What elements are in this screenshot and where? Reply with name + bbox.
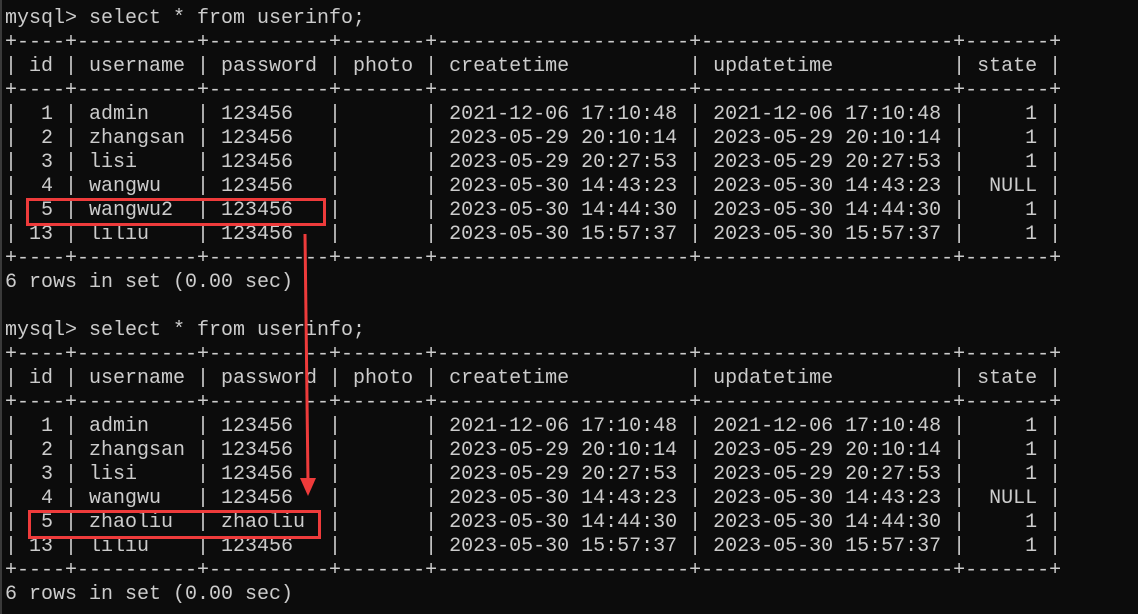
annotation-overlay (26, 198, 326, 539)
arrow-down-icon (300, 478, 316, 496)
highlight-box-before (26, 198, 326, 226)
highlight-box-after (28, 510, 321, 539)
arrow-shaft (303, 233, 310, 483)
